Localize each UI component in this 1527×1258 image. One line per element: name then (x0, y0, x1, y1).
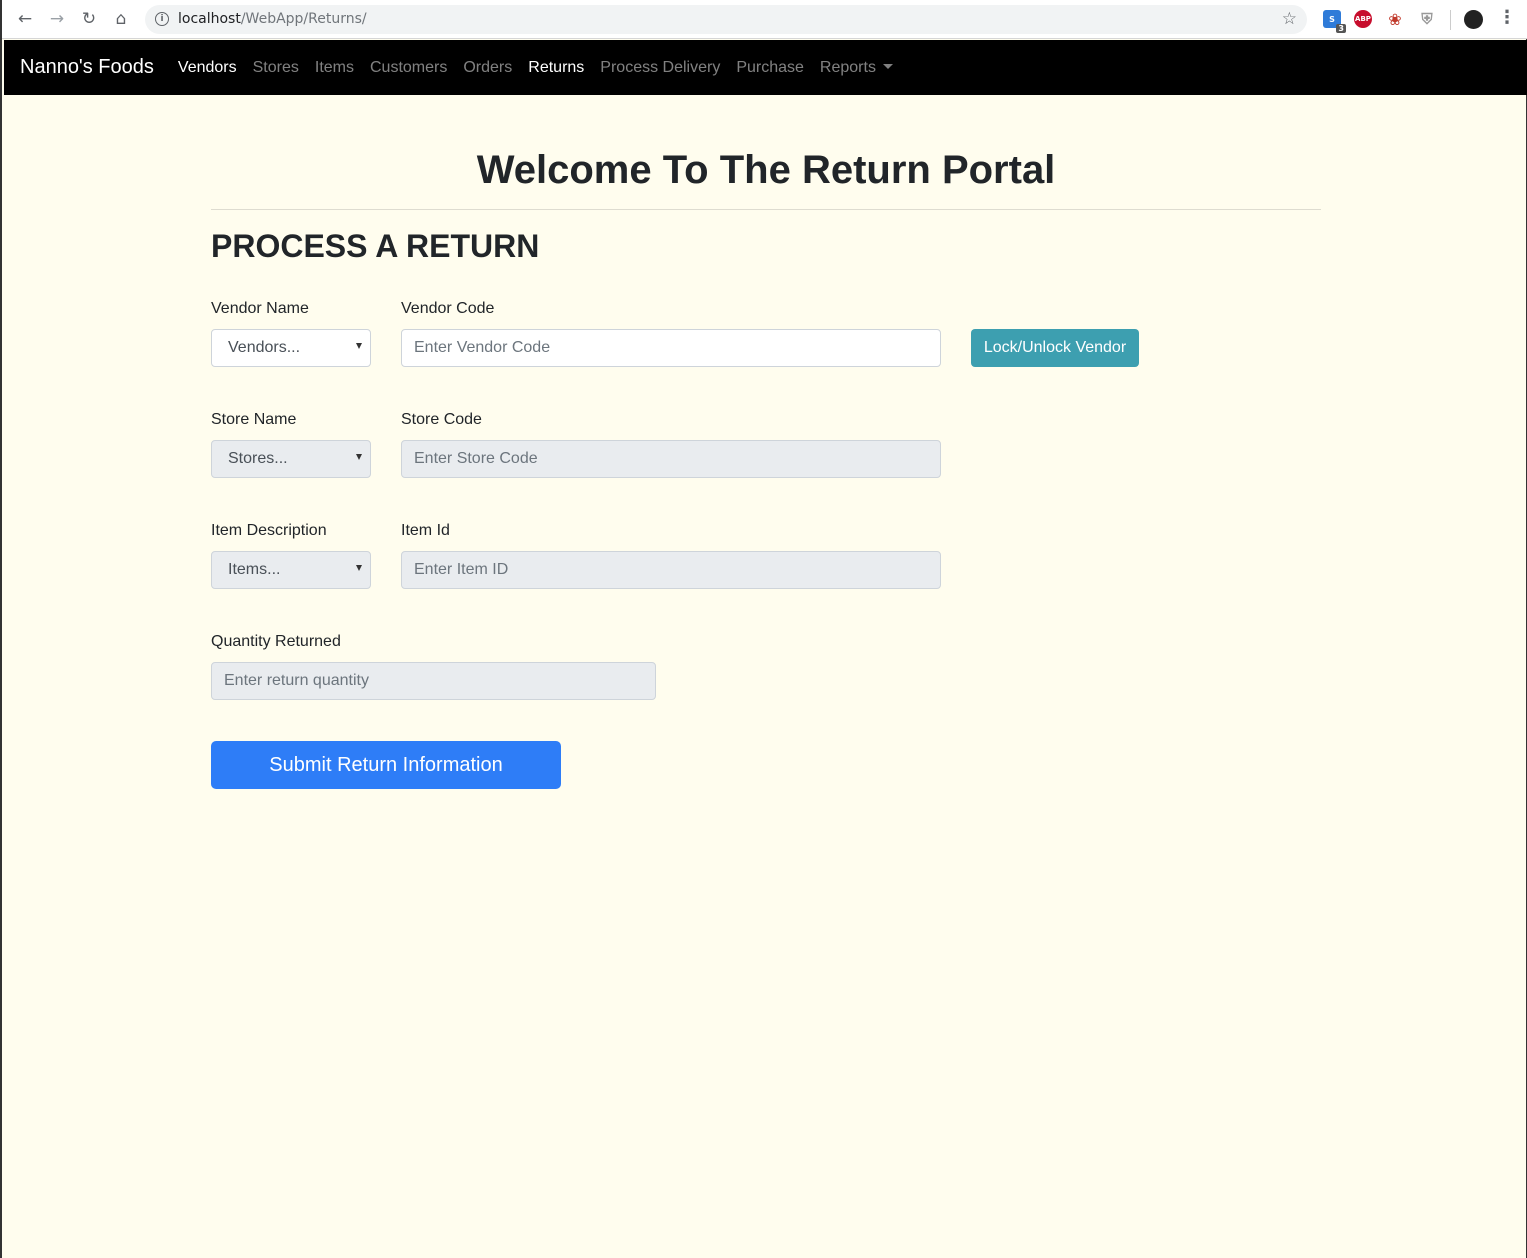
profile-avatar[interactable] (1464, 10, 1483, 29)
url-path: /WebApp/Returns/ (240, 11, 367, 27)
item-id-label: Item Id (401, 522, 450, 539)
select-arrow-icon (356, 565, 362, 571)
shield-extension-icon[interactable]: ⛨ (1418, 10, 1436, 28)
item-select-value: Items... (228, 561, 281, 578)
nav-returns[interactable]: Returns (520, 59, 592, 77)
adblock-icon[interactable]: ABP (1354, 10, 1372, 28)
more-menu-icon[interactable]: ⋮ (1498, 7, 1516, 28)
vendor-code-label: Vendor Code (401, 300, 495, 317)
store-select[interactable]: Stores... (211, 440, 371, 478)
item-select[interactable]: Items... (211, 551, 371, 589)
browser-toolbar: ← → ↻ ⌂ i localhost/WebApp/Returns/ ☆ S3… (2, 0, 1527, 39)
nav-reports-label: Reports (819, 58, 876, 76)
submit-return-button[interactable]: Submit Return Information (211, 741, 561, 789)
nav-purchase[interactable]: Purchase (728, 59, 812, 77)
reload-icon[interactable]: ↻ (78, 8, 100, 30)
vendor-name-label: Vendor Name (211, 300, 309, 317)
select-arrow-icon (356, 343, 362, 349)
home-icon[interactable]: ⌂ (110, 8, 132, 30)
vendor-select-value: Vendors... (228, 339, 301, 356)
lock-unlock-vendor-button[interactable]: Lock/Unlock Vendor (971, 329, 1139, 367)
nav-vendors[interactable]: Vendors (170, 59, 245, 77)
vendor-code-input[interactable]: Enter Vendor Code (401, 329, 941, 367)
bug-extension-icon[interactable]: ❀ (1386, 10, 1404, 29)
page-heading: Welcome To The Return Portal (476, 148, 1056, 192)
info-icon[interactable]: i (155, 12, 169, 26)
store-name-label: Store Name (211, 411, 297, 428)
back-arrow-icon[interactable]: ← (14, 8, 36, 30)
item-description-label: Item Description (211, 522, 327, 539)
section-title: PROCESS A RETURN (211, 228, 540, 264)
nav-process-delivery[interactable]: Process Delivery (592, 59, 728, 77)
address-bar[interactable]: i localhost/WebApp/Returns/ ☆ (145, 5, 1307, 34)
extension-badge: 3 (1336, 24, 1346, 33)
bookmark-star-icon[interactable]: ☆ (1282, 9, 1297, 29)
dropdown-caret-icon (882, 63, 893, 69)
nav-reports-dropdown[interactable]: Reports (812, 59, 901, 77)
url-text[interactable]: localhost/WebApp/Returns/ (178, 11, 367, 27)
heading-divider (211, 209, 1321, 210)
item-id-input[interactable]: Enter Item ID (401, 551, 941, 589)
store-code-input[interactable]: Enter Store Code (401, 440, 941, 478)
adblock-label: ABP (1355, 15, 1371, 23)
nav-stores[interactable]: Stores (245, 59, 307, 77)
url-host: localhost (178, 11, 241, 27)
brand-link[interactable]: Nanno's Foods (20, 56, 154, 79)
nav-items[interactable]: Items (307, 59, 362, 77)
select-arrow-icon (356, 454, 362, 460)
forward-arrow-icon[interactable]: → (46, 8, 68, 30)
toolbar-divider (1450, 10, 1451, 30)
store-code-label: Store Code (401, 411, 482, 428)
quantity-input[interactable]: Enter return quantity (211, 662, 656, 700)
vendor-select[interactable]: Vendors... (211, 329, 371, 367)
main-navbar: Nanno's Foods Vendors Stores Items Custo… (4, 40, 1527, 95)
nav-customers[interactable]: Customers (362, 59, 455, 77)
nav-orders[interactable]: Orders (455, 59, 520, 77)
extension-s-icon[interactable]: S3 (1323, 10, 1346, 33)
quantity-returned-label: Quantity Returned (211, 633, 341, 650)
store-select-value: Stores... (228, 450, 288, 467)
